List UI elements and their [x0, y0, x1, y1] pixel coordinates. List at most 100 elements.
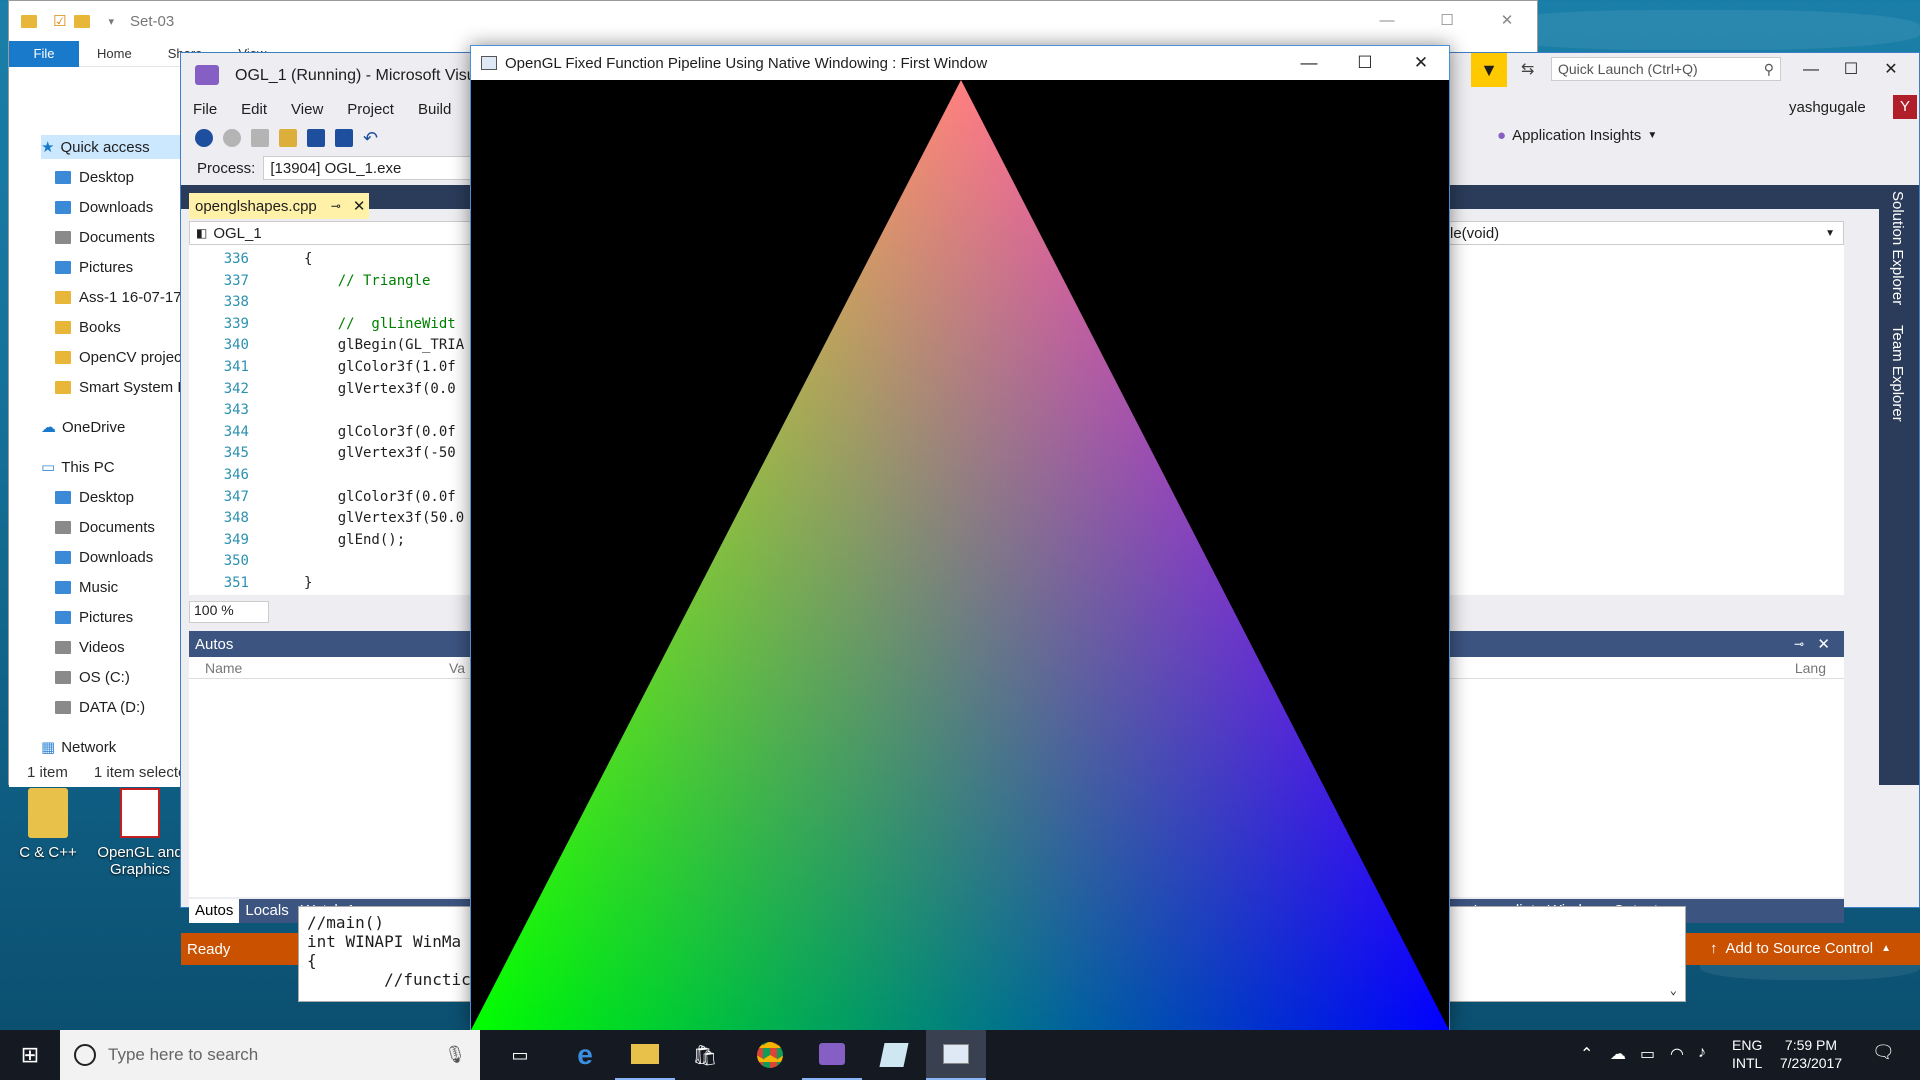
menu-build[interactable]: Build	[406, 101, 463, 118]
navigation-pane: ★ Quick access Desktop Downloads Documen…	[9, 67, 184, 787]
tab-autos[interactable]: Autos	[189, 899, 240, 923]
tab-team-explorer[interactable]: Team Explorer	[1889, 325, 1906, 422]
language-indicator[interactable]: ENG INTL	[1732, 1036, 1762, 1072]
nav-pc-documents[interactable]: Documents	[55, 515, 155, 539]
nav-pc-videos[interactable]: Videos	[55, 635, 125, 659]
nav-item-desktop[interactable]: Desktop	[55, 165, 134, 189]
save-all-icon[interactable]	[335, 129, 353, 147]
pin-icon[interactable]: ⊸	[331, 199, 341, 213]
maximize-icon[interactable]: ☐	[1337, 46, 1393, 80]
nav-network[interactable]: ▦ Network	[41, 735, 116, 759]
ribbon-tab-home[interactable]: Home	[79, 46, 150, 61]
show-hidden-icons-chevron[interactable]: ⌃	[1580, 1044, 1593, 1064]
opengl-window[interactable]: OpenGL Fixed Function Pipeline Using Nat…	[470, 45, 1450, 1030]
column-value[interactable]: Va	[449, 660, 465, 676]
arrow-up-icon: ↑	[1710, 940, 1718, 957]
battery-icon[interactable]: ▭	[1640, 1044, 1655, 1064]
new-project-icon[interactable]	[251, 129, 269, 147]
chevron-down-icon[interactable]: ⌄	[1670, 983, 1677, 997]
nav-label: Pictures	[79, 258, 134, 276]
app-taskbar-icon[interactable]	[864, 1030, 924, 1080]
tab-solution-explorer[interactable]: Solution Explorer	[1889, 191, 1906, 305]
open-file-icon[interactable]	[279, 129, 297, 147]
action-center-icon[interactable]: 🗨	[1872, 1042, 1895, 1063]
line-number: 339	[223, 315, 249, 332]
start-button[interactable]: ⊞	[0, 1030, 60, 1080]
column-name[interactable]: Name	[205, 660, 242, 676]
desktop-icon-c-cpp[interactable]: C & C++	[0, 788, 96, 861]
task-view-icon[interactable]: ▭	[490, 1030, 550, 1080]
nav-item-books[interactable]: Books	[55, 315, 121, 339]
menu-file[interactable]: File	[181, 101, 229, 118]
menu-project[interactable]: Project	[335, 101, 406, 118]
nav-pc-desktop[interactable]: Desktop	[55, 485, 134, 509]
visual-studio-taskbar-icon[interactable]	[802, 1030, 862, 1080]
source-control-button[interactable]: ↑ Add to Source Control ▲	[1710, 940, 1891, 958]
nav-pc-data-d[interactable]: DATA (D:)	[55, 695, 145, 719]
close-icon[interactable]: ✕	[1817, 635, 1830, 653]
maximize-icon[interactable]: ☐	[1417, 1, 1477, 41]
desktop-icon-opengl-graphics[interactable]: OpenGL and Graphics	[92, 788, 188, 878]
ribbon-tab-file[interactable]: File	[9, 40, 79, 67]
feedback-filter-icon[interactable]: ▼	[1471, 53, 1507, 87]
minimize-icon[interactable]: —	[1357, 1, 1417, 41]
user-name[interactable]: yashgugale	[1789, 99, 1866, 116]
nav-item-smart-system[interactable]: Smart System D	[55, 375, 183, 399]
doc-tab-openglshapes[interactable]: openglshapes.cpp ⊸ ✕	[189, 193, 369, 219]
opengl-render-area[interactable]	[471, 80, 1449, 1030]
taskbar: ⊞ Type here to search 🎙 ▭ e 🛍 ⌃ ☁ ▭ ◠ ♪ …	[0, 1030, 1920, 1080]
user-avatar[interactable]: Y	[1893, 95, 1917, 119]
close-icon[interactable]: ✕	[1477, 1, 1537, 41]
minimize-icon[interactable]: —	[1281, 46, 1337, 80]
pin-icon[interactable]: ⊸	[1794, 637, 1804, 651]
close-icon[interactable]: ✕	[1393, 46, 1449, 80]
application-insights-button[interactable]: ● Application Insights ▼	[1497, 127, 1657, 144]
menu-view[interactable]: View	[279, 101, 335, 118]
chrome-browser-icon[interactable]	[740, 1030, 800, 1080]
window-title: Set-03	[129, 12, 175, 30]
minimize-icon[interactable]: —	[1791, 53, 1831, 87]
code-line: glColor3f(0.0f	[304, 488, 456, 505]
nav-item-ass1[interactable]: Ass-1 16-07-17	[55, 285, 183, 309]
nav-onedrive[interactable]: ☁ OneDrive	[41, 415, 125, 439]
clock[interactable]: 7:59 PM 7/23/2017	[1772, 1036, 1850, 1072]
onedrive-tray-icon[interactable]: ☁	[1610, 1044, 1626, 1064]
close-icon[interactable]: ✕	[1871, 53, 1911, 87]
nav-item-pictures[interactable]: Pictures	[55, 255, 133, 279]
undo-icon[interactable]: ↶	[363, 128, 378, 149]
taskbar-search-box[interactable]: Type here to search 🎙	[60, 1030, 480, 1080]
nav-pc-music[interactable]: Music	[55, 575, 118, 599]
nav-item-documents[interactable]: Documents	[55, 225, 155, 249]
navigate-forward-icon[interactable]	[223, 129, 241, 147]
nav-this-pc[interactable]: ▭ This PC	[41, 455, 115, 479]
microphone-icon[interactable]: 🎙	[444, 1045, 466, 1065]
nav-quick-access[interactable]: ★ Quick access	[41, 135, 181, 159]
menu-edit[interactable]: Edit	[229, 101, 279, 118]
save-icon[interactable]	[307, 129, 325, 147]
wifi-icon[interactable]: ◠	[1670, 1044, 1684, 1064]
zoom-dropdown[interactable]: 100 %	[189, 601, 269, 623]
process-dropdown[interactable]: [13904] OGL_1.exe	[263, 156, 484, 180]
qat-dropdown-icon[interactable]: ▾	[108, 15, 114, 28]
column-lang[interactable]: Lang	[1795, 660, 1826, 676]
tab-locals[interactable]: Locals	[239, 899, 294, 923]
function-dropdown[interactable]: le(void)	[1450, 225, 1499, 242]
navigate-back-icon[interactable]	[195, 129, 213, 147]
nav-item-downloads[interactable]: Downloads	[55, 195, 153, 219]
nav-item-opencv[interactable]: OpenCV project	[55, 345, 183, 369]
edge-browser-icon[interactable]: e	[555, 1030, 615, 1080]
store-icon[interactable]: 🛍	[675, 1030, 735, 1080]
close-tab-icon[interactable]: ✕	[353, 197, 366, 215]
quick-launch-input[interactable]: Quick Launch (Ctrl+Q) ⚲	[1551, 57, 1781, 81]
nav-pc-pictures[interactable]: Pictures	[55, 605, 133, 629]
file-explorer-taskbar-icon[interactable]	[615, 1030, 675, 1080]
project-dropdown[interactable]: OGL_1	[213, 225, 261, 242]
opengl-app-taskbar-icon[interactable]	[926, 1030, 986, 1080]
nav-pc-downloads[interactable]: Downloads	[55, 545, 153, 569]
chevron-down-icon[interactable]: ▼	[1825, 228, 1835, 239]
notifications-icon[interactable]: ⇆	[1521, 59, 1534, 79]
volume-icon[interactable]: ♪	[1698, 1044, 1706, 1062]
status-text: Ready	[187, 940, 231, 958]
maximize-icon[interactable]: ☐	[1831, 53, 1871, 87]
nav-pc-os-c[interactable]: OS (C:)	[55, 665, 130, 689]
